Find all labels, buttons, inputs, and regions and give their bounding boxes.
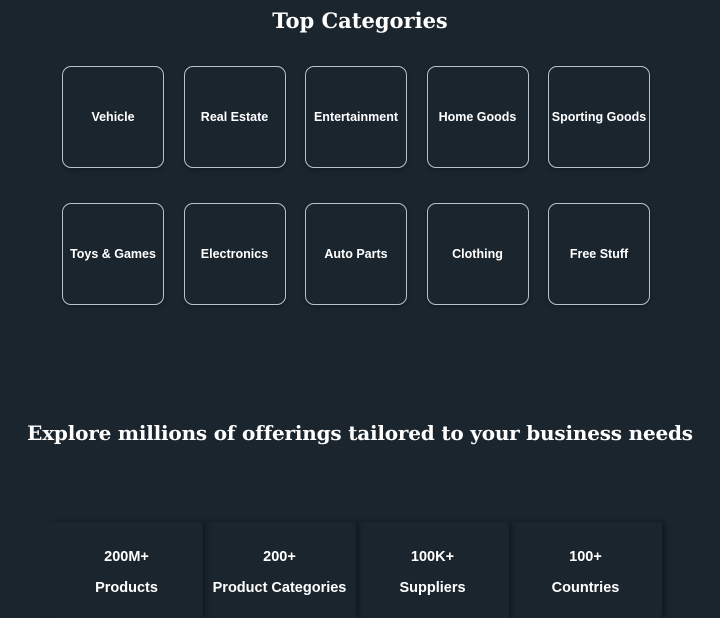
stat-label: Suppliers	[399, 580, 466, 596]
page: Top Categories Vehicle Real Estate Enter…	[0, 0, 720, 618]
stat-products: 200M+ Products	[50, 522, 203, 618]
category-card-sporting-goods[interactable]: Sporting Goods	[548, 66, 650, 168]
category-card-free-stuff[interactable]: Free Stuff	[548, 203, 650, 305]
category-card-real-estate[interactable]: Real Estate	[183, 66, 286, 168]
category-card-electronics[interactable]: Electronics	[183, 203, 286, 305]
stat-value: 200M+	[104, 549, 149, 565]
stat-value: 200+	[263, 549, 296, 565]
category-card-auto-parts[interactable]: Auto Parts	[305, 203, 407, 305]
stat-label: Products	[95, 580, 158, 596]
category-card-entertainment[interactable]: Entertainment	[305, 66, 407, 168]
category-card-clothing[interactable]: Clothing	[426, 203, 529, 305]
stat-countries: 100+ Countries	[509, 522, 662, 618]
category-grid: Vehicle Real Estate Entertainment Home G…	[62, 66, 652, 305]
explore-title: Explore millions of offerings tailored t…	[27, 421, 693, 445]
stats-row: 200M+ Products 200+ Product Categories 1…	[50, 522, 664, 618]
stat-value: 100+	[569, 549, 602, 565]
top-categories-title: Top Categories	[272, 8, 448, 33]
stat-suppliers: 100K+ Suppliers	[356, 522, 509, 618]
category-card-home-goods[interactable]: Home Goods	[426, 66, 529, 168]
stat-product-categories: 200+ Product Categories	[203, 522, 356, 618]
stat-value: 100K+	[410, 549, 455, 565]
category-card-vehicle[interactable]: Vehicle	[62, 66, 164, 168]
stat-label: Countries	[551, 580, 620, 596]
stat-label: Product Categories	[212, 580, 347, 596]
category-card-toys-games[interactable]: Toys & Games	[62, 203, 164, 305]
